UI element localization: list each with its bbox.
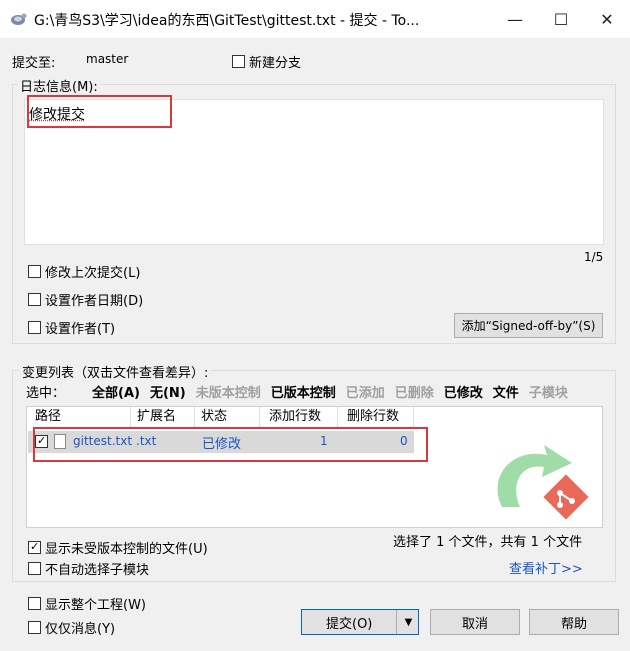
set-date-check[interactable]	[28, 293, 41, 306]
branch-name: master	[86, 52, 129, 66]
tortoise-icon	[8, 9, 28, 29]
file-list[interactable]: 路径 扩展名 状态 添加行数 删除行数 gittest.txt .txt 已修改…	[26, 406, 603, 528]
changes-label: 变更列表（双击文件查看差异）:	[20, 362, 211, 381]
show-unversioned-checkbox[interactable]: 显示未受版本控制的文件(U)	[28, 538, 208, 557]
set-author-checkbox[interactable]: 设置作者(T)	[28, 318, 115, 337]
git-watermark-icon	[482, 437, 602, 527]
set-date-label: 设置作者日期(D)	[45, 294, 144, 309]
message-only-check[interactable]	[28, 621, 41, 634]
filter-link[interactable]: 无(N)	[150, 386, 186, 401]
show-whole-project-checkbox[interactable]: 显示整个工程(W)	[28, 594, 146, 613]
filter-link[interactable]: 全部(A)	[92, 386, 140, 401]
selection-summary: 选择了 1 个文件，共有 1 个文件	[393, 535, 583, 550]
maximize-icon[interactable]: ☐	[538, 0, 584, 38]
no-auto-submodule-label: 不自动选择子模块	[45, 563, 150, 578]
row-highlight	[33, 427, 428, 462]
no-auto-submodule-check[interactable]	[28, 562, 41, 575]
amend-checkbox[interactable]: 修改上次提交(L)	[28, 262, 140, 281]
new-branch-label: 新建分支	[249, 56, 302, 71]
set-author-label: 设置作者(T)	[45, 322, 116, 337]
filter-link[interactable]: 已添加	[346, 386, 385, 401]
filter-link[interactable]: 已修改	[444, 386, 483, 401]
signed-off-button[interactable]: 添加“Signed-off-by”(S)	[454, 313, 603, 338]
column-header-added[interactable]: 添加行数	[269, 407, 321, 427]
close-icon[interactable]: ✕	[584, 0, 630, 38]
new-branch-checkbox[interactable]: 新建分支	[232, 52, 301, 71]
view-patch-link[interactable]: 查看补丁>>	[509, 558, 583, 577]
select-label: 选中：	[26, 386, 66, 401]
no-auto-submodule-checkbox[interactable]: 不自动选择子模块	[28, 559, 149, 578]
amend-check[interactable]	[28, 265, 41, 278]
column-header-path[interactable]: 路径	[35, 407, 61, 427]
commit-button-label: 提交(O)	[326, 616, 373, 632]
title-bar: G:\青鸟S3\学习\idea的东西\GitTest\gittest.txt -…	[0, 0, 630, 38]
commit-button[interactable]: 提交(O) ▼	[301, 609, 419, 635]
message-highlight	[27, 95, 172, 128]
new-branch-check[interactable]	[232, 55, 245, 68]
commit-to-label: 提交至:	[12, 56, 56, 71]
set-date-checkbox[interactable]: 设置作者日期(D)	[28, 290, 143, 309]
commit-dropdown-icon[interactable]: ▼	[396, 610, 420, 634]
message-only-label: 仅仅消息(Y)	[45, 622, 116, 637]
column-header-status[interactable]: 状态	[201, 407, 227, 427]
show-whole-project-label: 显示整个工程(W)	[45, 598, 146, 613]
message-label: 日志信息(M):	[18, 76, 100, 95]
amend-label: 修改上次提交(L)	[45, 266, 141, 281]
filter-bar: 全部(A) 无(N) 未版本控制 已版本控制 已添加 已删除 已修改 文件 子模块	[92, 382, 628, 401]
help-button[interactable]: 帮助	[529, 609, 619, 635]
show-unversioned-check[interactable]	[28, 541, 41, 554]
show-unversioned-label: 显示未受版本控制的文件(U)	[45, 542, 208, 557]
set-author-check[interactable]	[28, 321, 41, 334]
column-header-ext[interactable]: 扩展名	[137, 407, 176, 427]
column-header-deleted[interactable]: 删除行数	[347, 407, 399, 427]
filter-link[interactable]: 未版本控制	[196, 386, 261, 401]
filter-link[interactable]: 已版本控制	[271, 386, 336, 401]
message-only-checkbox[interactable]: 仅仅消息(Y)	[28, 618, 115, 637]
filter-link[interactable]: 子模块	[529, 386, 568, 401]
cancel-button[interactable]: 取消	[430, 609, 520, 635]
message-counter: 1/5	[584, 250, 604, 264]
window-title: G:\青鸟S3\学习\idea的东西\GitTest\gittest.txt -…	[34, 13, 420, 29]
show-whole-project-check[interactable]	[28, 597, 41, 610]
filter-link[interactable]: 文件	[493, 386, 519, 401]
filter-link[interactable]: 已删除	[395, 386, 434, 401]
minimize-icon[interactable]: —	[492, 0, 538, 38]
